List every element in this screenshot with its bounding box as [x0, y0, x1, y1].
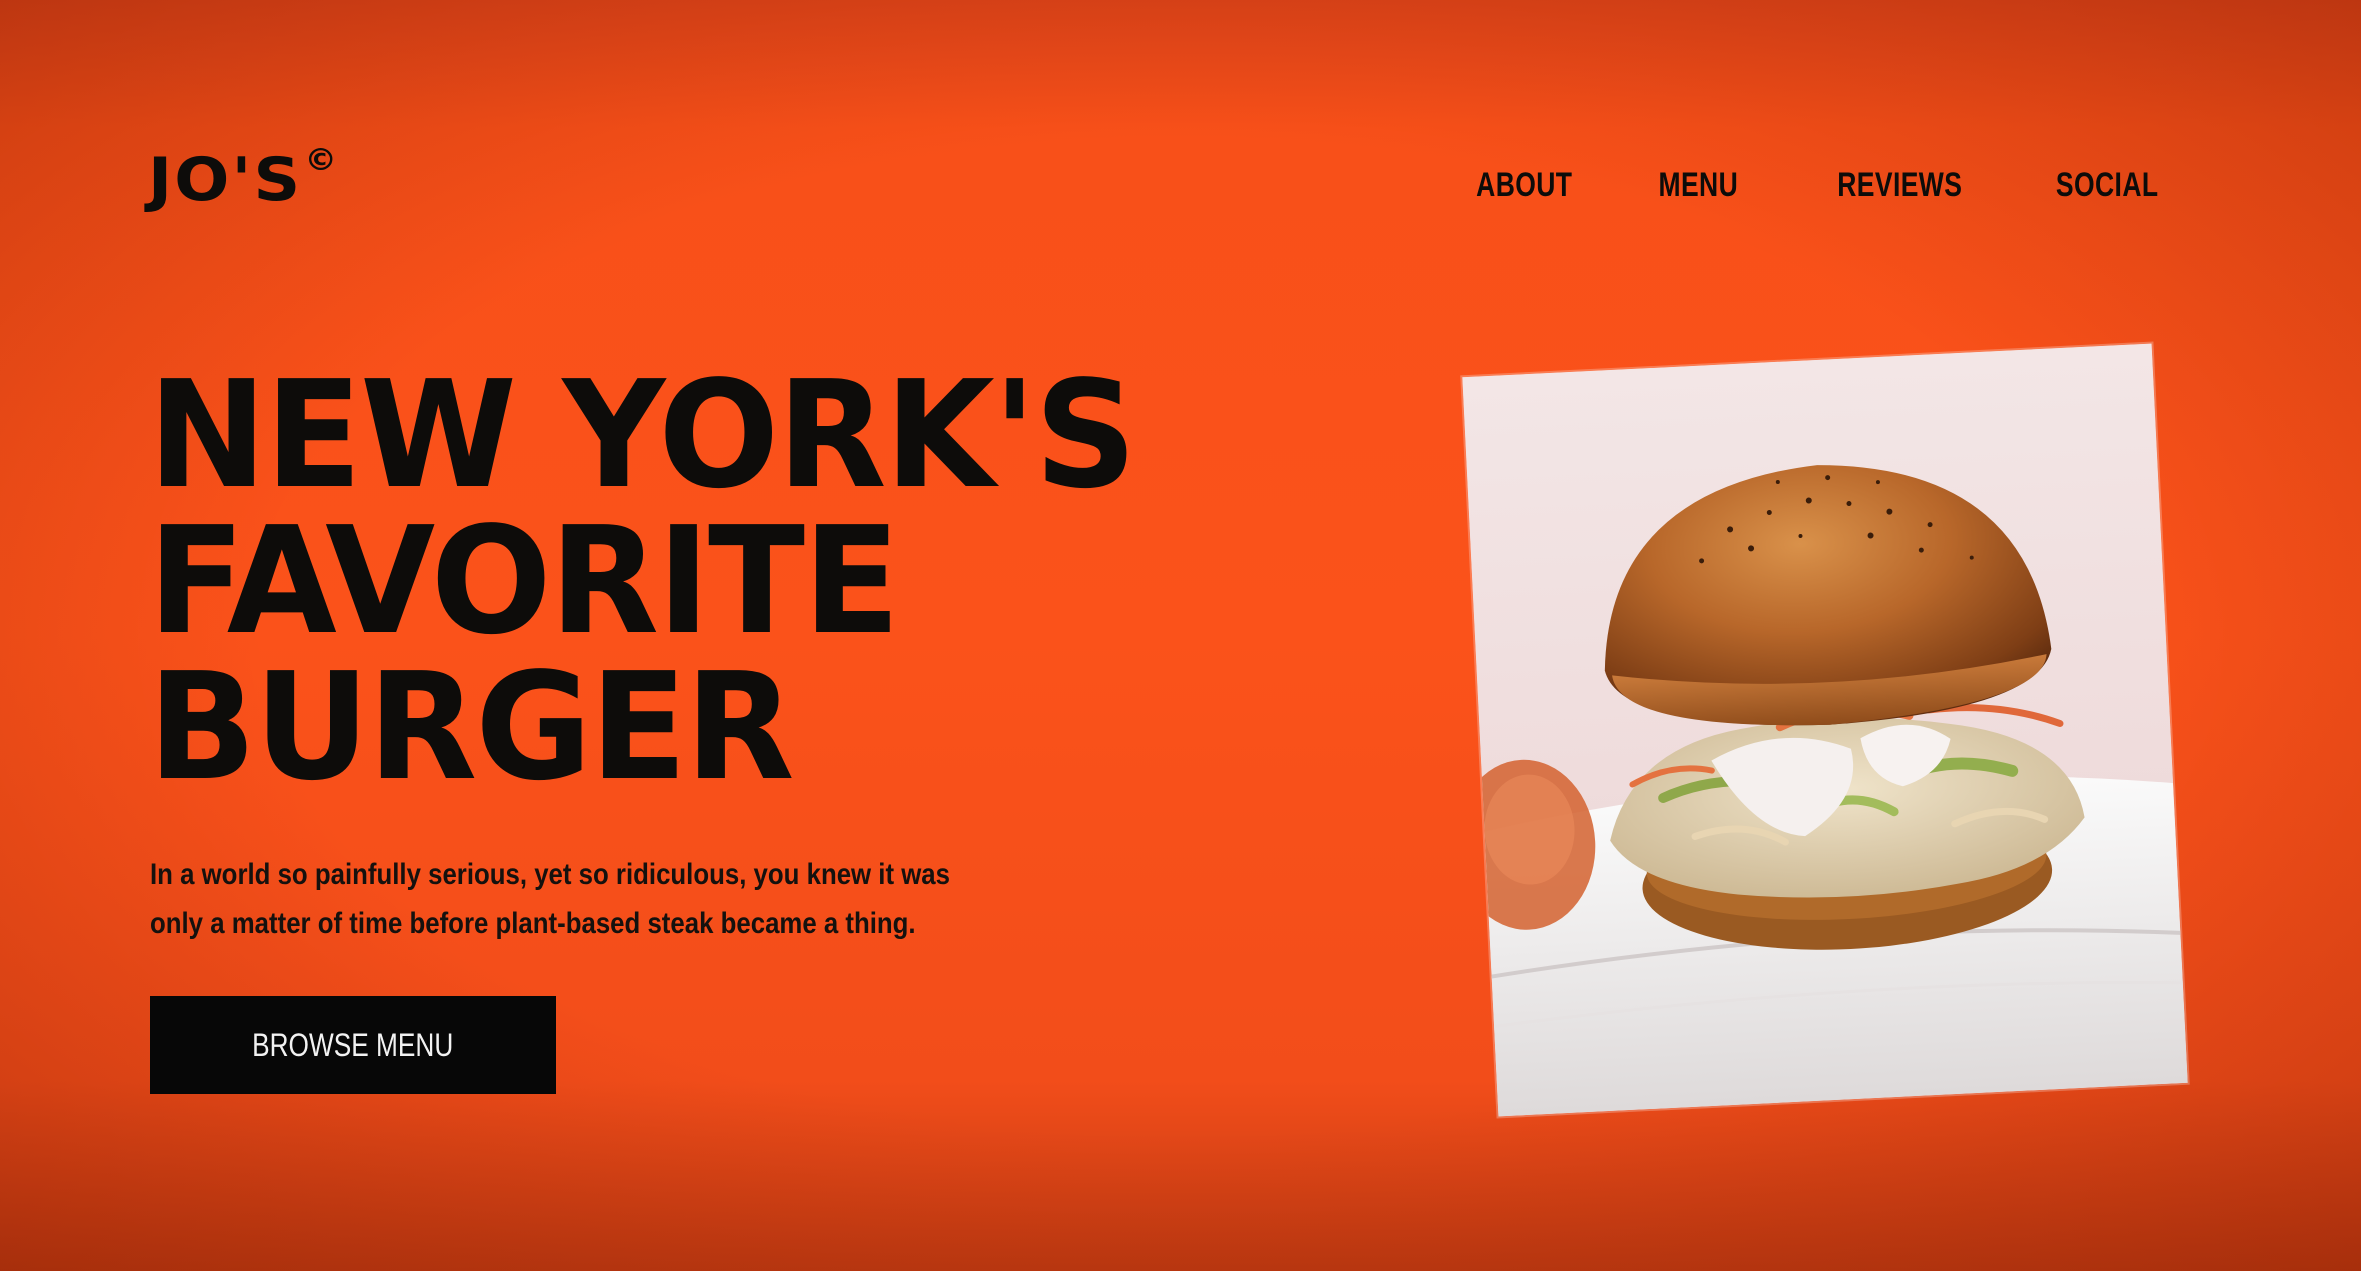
landing-page: JO'S© ABOUT MENU REVIEWS SOCIAL NEW YORK… [0, 0, 2361, 1271]
headline-line-2: FAVORITE [148, 495, 900, 667]
hero-headline: NEW YORK'S FAVORITE BURGER [148, 349, 1300, 813]
headline-line-1: NEW YORK'S [148, 349, 1137, 521]
nav-item-about[interactable]: ABOUT [1476, 166, 1572, 205]
nav-item-social[interactable]: SOCIAL [2055, 166, 2158, 205]
browse-menu-button[interactable]: BROWSE MENU [150, 996, 556, 1094]
intro-line-2: only a matter of time before plant-based… [150, 907, 916, 940]
main-nav: ABOUT MENU REVIEWS SOCIAL [1449, 166, 2158, 205]
nav-item-menu[interactable]: MENU [1659, 166, 1739, 205]
hero-intro-text: In a world so painfully serious, yet so … [150, 850, 950, 948]
browse-menu-label: BROWSE MENU [252, 1026, 454, 1063]
burger-photo [1462, 343, 2188, 1117]
nav-item-reviews[interactable]: REVIEWS [1838, 166, 1963, 205]
copyright-mark: © [304, 143, 340, 178]
brand-name: JO'S [148, 145, 303, 215]
intro-line-1: In a world so painfully serious, yet so … [150, 858, 950, 891]
brand-logo[interactable]: JO'S© [148, 146, 339, 211]
burger-illustration [1462, 343, 2188, 1117]
headline-line-3: BURGER [148, 641, 795, 813]
